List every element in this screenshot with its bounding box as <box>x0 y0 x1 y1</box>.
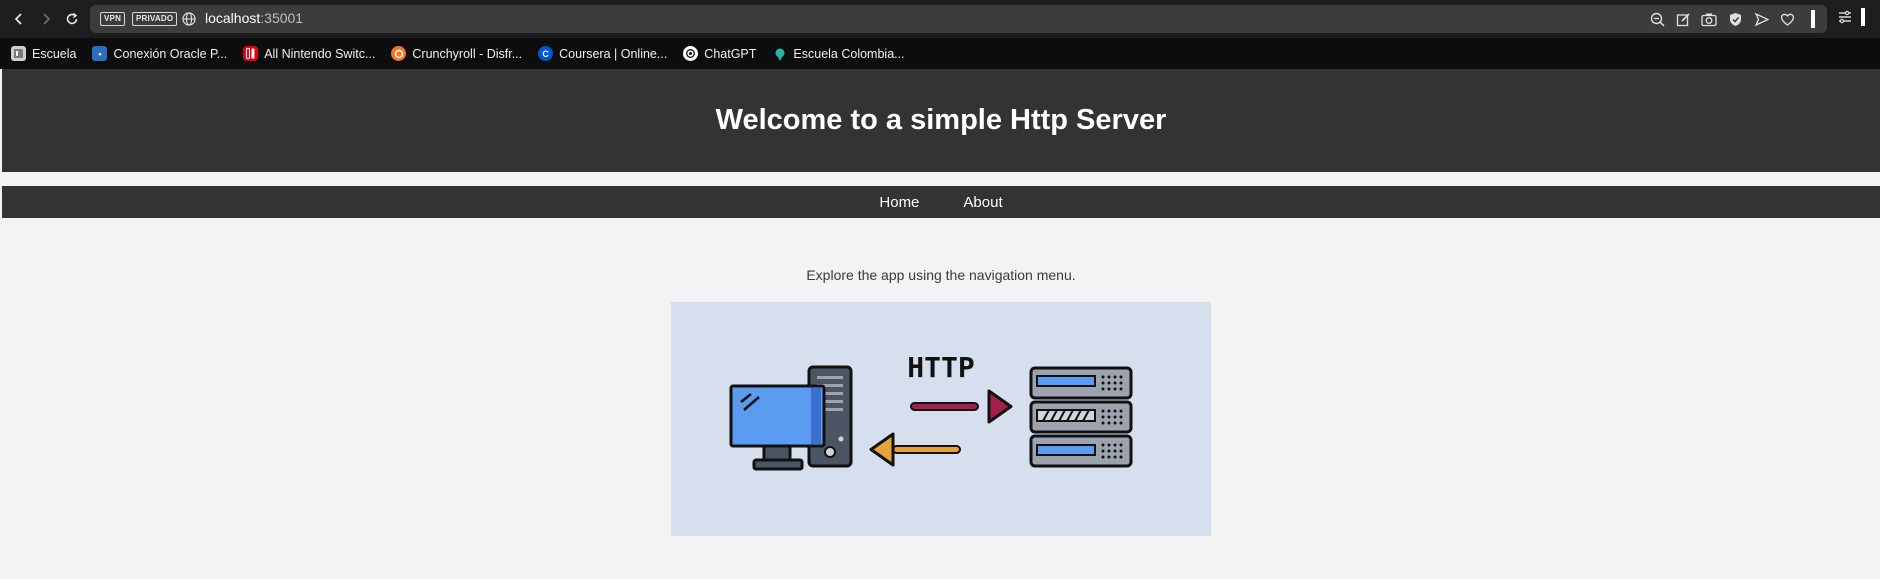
tagline: Explore the app using the navigation men… <box>806 267 1076 283</box>
nav-menu: Home About <box>2 186 1880 218</box>
bookmark-coursera[interactable]: C Coursera | Online... <box>538 46 667 61</box>
address-bar[interactable]: VPN PRIVADO localhost:35001 <box>90 5 1827 33</box>
nintendo-icon <box>243 46 259 61</box>
bookmark-label: Escuela Colombia... <box>793 46 905 61</box>
back-button[interactable] <box>8 8 30 30</box>
chatgpt-icon <box>683 46 699 61</box>
oracle-icon: ▪ <box>92 46 108 61</box>
bookmarks-bar: Escuela ▪ Conexión Oracle P... All Ninte… <box>0 38 1880 69</box>
page-viewport: Welcome to a simple Http Server Home Abo… <box>2 69 1880 579</box>
bookmark-label: All Nintendo Switc... <box>264 46 376 61</box>
forward-button[interactable] <box>35 8 57 30</box>
chevron-left-icon <box>14 13 22 25</box>
server-icon <box>1029 366 1133 468</box>
zoom-out-icon[interactable] <box>1649 11 1665 27</box>
sidebar-toggle-icon[interactable] <box>1805 10 1821 28</box>
browser-menu <box>1838 7 1874 31</box>
bookmark-escuela-colombia[interactable]: Escuela Colombia... <box>772 46 905 61</box>
easy-setup-icon[interactable] <box>1838 10 1852 29</box>
computer-icon <box>729 365 853 471</box>
http-illustration: HTTP <box>671 302 1211 536</box>
page-title: Welcome to a simple Http Server <box>715 104 1167 136</box>
globe-icon[interactable] <box>182 12 196 31</box>
vpn-badge[interactable]: VPN <box>100 12 126 26</box>
bookmark-folder-icon <box>11 46 26 61</box>
nav-home-link[interactable]: Home <box>879 194 919 211</box>
browser-toolbar: VPN PRIVADO localhost:35001 <box>0 0 1880 38</box>
private-badge: PRIVADO <box>132 12 178 26</box>
bookmark-label: Conexión Oracle P... <box>113 46 228 61</box>
bookmark-label: Coursera | Online... <box>559 46 668 61</box>
reload-icon <box>66 12 78 25</box>
http-label: HTTP <box>907 351 974 384</box>
heart-icon[interactable] <box>1779 11 1795 27</box>
shield-icon[interactable] <box>1727 11 1743 27</box>
bookmark-oracle[interactable]: ▪ Conexión Oracle P... <box>92 46 227 61</box>
crunchyroll-icon <box>391 46 407 61</box>
send-icon[interactable] <box>1753 11 1769 27</box>
bookmark-nintendo[interactable]: All Nintendo Switc... <box>243 46 375 61</box>
panel-toggle-icon[interactable] <box>1860 7 1866 31</box>
bookmark-escuela[interactable]: Escuela <box>11 46 76 61</box>
escuela-colombia-icon <box>772 46 787 61</box>
coursera-icon: C <box>538 46 554 61</box>
chevron-right-icon <box>43 13 51 25</box>
arrow-left-icon <box>869 432 961 467</box>
nav-about-link[interactable]: About <box>963 194 1002 211</box>
arrow-right-icon <box>910 389 1013 424</box>
bookmark-crunchyroll[interactable]: Crunchyroll - Disfr... <box>391 46 522 61</box>
address-bar-actions <box>1649 5 1827 33</box>
url-host: localhost <box>205 10 261 26</box>
camera-icon[interactable] <box>1701 11 1717 27</box>
edit-icon[interactable] <box>1675 11 1691 27</box>
bookmark-label: Crunchyroll - Disfr... <box>412 46 523 61</box>
bookmark-label: ChatGPT <box>704 46 757 61</box>
reload-button[interactable] <box>61 8 83 30</box>
url-text[interactable]: localhost:35001 <box>205 10 303 26</box>
site-header: Welcome to a simple Http Server <box>2 69 1880 172</box>
bookmark-chatgpt[interactable]: ChatGPT <box>683 46 756 61</box>
url-port: :35001 <box>260 10 304 26</box>
bookmark-label: Escuela <box>32 46 77 61</box>
